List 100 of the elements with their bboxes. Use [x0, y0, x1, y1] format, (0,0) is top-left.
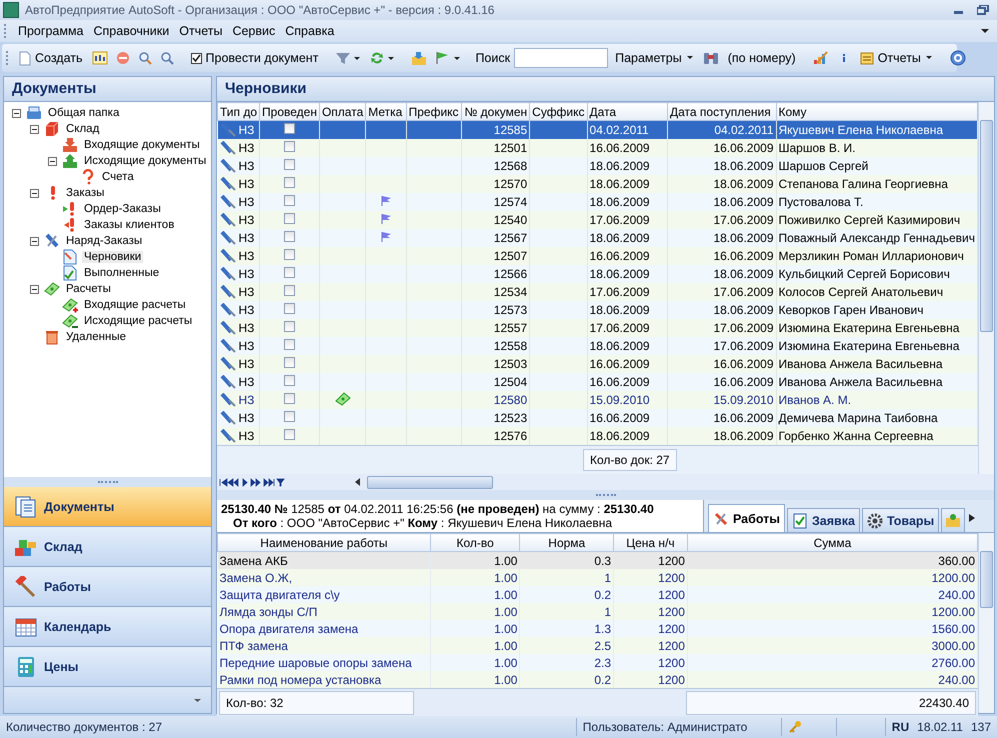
tree-item[interactable]: Входящие документы	[82, 139, 202, 151]
menu-item[interactable]: Отчеты	[174, 22, 228, 40]
table-row[interactable]: НЗ 12534 17.06.2009 17.06.2009 Колосов Сергей Анатольевич	[218, 283, 978, 301]
create-button[interactable]: Создать	[16, 48, 86, 68]
column-header[interactable]: Кому	[776, 102, 978, 120]
nav-button[interactable]: Работы	[4, 567, 211, 607]
table-cell: 18.06.2009	[713, 267, 774, 281]
tree-item[interactable]: Входящие расчеты	[82, 299, 188, 311]
table-row[interactable]: ПТФ замена 1.00 2.5 1200 3000.00	[218, 637, 978, 654]
table-cell: 1.00	[494, 672, 518, 686]
table-row[interactable]: Опора двигателя замена 1.00 1.3 1200 1560.00	[218, 620, 978, 637]
table-row[interactable]: НЗ 12501 16.06.2009 16.06.2009 Шаршов В. И.	[218, 139, 978, 157]
table-row[interactable]: НЗ 12566 18.06.2009 18.06.2009 Кульбицкий Сергей Борисович	[218, 265, 978, 283]
table-cell: НЗ	[238, 267, 254, 281]
tree-item[interactable]: Удаленные	[64, 331, 128, 343]
table-row[interactable]: НЗ 12576 18.06.2009 18.06.2009 Горбенко Жанна Сергеевна	[218, 427, 978, 445]
table-cell: 16.06.2009	[713, 375, 774, 389]
table-cell: 12540	[494, 213, 528, 227]
column-header[interactable]: Префикс	[406, 102, 462, 120]
table-row[interactable]: НЗ 12507 16.06.2009 16.06.2009 Мерзликин Роман Илларионович	[218, 247, 978, 265]
tree-item[interactable]: Выполненные	[82, 267, 162, 279]
table-row[interactable]: НЗ 12523 16.06.2009 16.06.2009 Демичева Марина Таибовна	[218, 409, 978, 427]
table-row[interactable]: НЗ 12570 18.06.2009 18.06.2009 Степанова Галина Георгиевна	[218, 175, 978, 193]
table-cell: 1.3	[594, 622, 612, 636]
menu-item[interactable]: Сервис	[227, 22, 280, 40]
table-row[interactable]: НЗ 12540 17.06.2009 17.06.2009 Поживилко Сергей Казимирович	[218, 211, 978, 229]
table-row[interactable]: НЗ 12557 17.06.2009 17.06.2009 Изюмина Екатерина Евгеньевна	[218, 319, 978, 337]
tree-item[interactable]: Заказы клиентов	[82, 219, 176, 231]
column-header[interactable]: Проведен	[260, 102, 320, 120]
column-header[interactable]: Тип до	[218, 102, 260, 120]
post-document-checkbox[interactable]: Провести документ	[188, 49, 322, 67]
table-cell: 12566	[494, 267, 528, 281]
status-date: 18.02.11	[917, 720, 963, 734]
table-cell: НЗ	[238, 285, 254, 299]
by-number-button[interactable]: (по номеру)	[724, 49, 799, 67]
column-header[interactable]: Наименование работы	[218, 534, 430, 552]
nav-button[interactable]: Календарь	[4, 607, 211, 647]
column-header[interactable]: Цена н/ч	[614, 534, 688, 552]
table-row[interactable]: Рамки под номера установка 1.00 0.2 1200 240.00	[218, 671, 978, 688]
table-cell: НЗ	[238, 249, 254, 263]
column-header[interactable]: № докумен	[462, 102, 530, 120]
table-row[interactable]: Защита двигателя с\у 1.00 0.2 1200 240.00	[218, 586, 978, 603]
table-cell: НЗ	[238, 339, 254, 353]
table-row[interactable]: Лямда зонды С/П 1.00 1 1200 1200.00	[218, 603, 978, 620]
table-row[interactable]: НЗ 12568 18.06.2009 18.06.2009 Шаршов Сергей	[218, 157, 978, 175]
column-header[interactable]: Суффикс	[530, 102, 588, 120]
tree-item[interactable]: Наряд-Заказы	[64, 235, 144, 247]
table-row[interactable]: НЗ 12567 18.06.2009 18.06.2009 Поважный Александр Геннадьевич	[218, 229, 978, 247]
tab[interactable]: Заявка	[786, 508, 860, 532]
column-header[interactable]: Сумма	[687, 534, 978, 552]
column-header[interactable]: Метка	[366, 102, 406, 120]
tree-item[interactable]: Исходящие документы	[82, 155, 208, 167]
tree-item[interactable]: Черновики	[82, 251, 144, 263]
reports-dropdown[interactable]: Отчеты	[856, 49, 936, 67]
table-row[interactable]: НЗ 12573 18.06.2009 18.06.2009 Кеворков Гарен Иванович	[218, 301, 978, 319]
table-row[interactable]: Передние шаровые опоры замена 1.00 2.3 1200 2760.00	[218, 654, 978, 671]
tab[interactable]: Работы	[708, 504, 785, 532]
table-cell: 1200	[658, 656, 685, 670]
table-cell: Иванова Анжела Васильевна	[778, 375, 943, 389]
nav-button[interactable]: Склад	[4, 527, 211, 567]
table-row[interactable]: Замена О.Ж, 1.00 1 1200 1200.00	[218, 569, 978, 586]
column-header[interactable]: Оплата	[319, 102, 366, 120]
table-cell: 1.00	[494, 604, 518, 618]
column-header[interactable]: Дата поступления	[668, 102, 776, 120]
table-cell: 15.09.2010	[713, 393, 774, 407]
table-cell: 12570	[494, 177, 528, 191]
status-time: 137	[970, 720, 991, 734]
menu-item[interactable]: Справочники	[88, 22, 174, 40]
table-cell: 12503	[494, 357, 528, 371]
table-row[interactable]: НЗ 12503 16.06.2009 16.06.2009 Иванова Анжела Васильевна	[218, 355, 978, 373]
tree-item[interactable]: Общая папка	[46, 107, 122, 119]
tree-item[interactable]: Счета	[100, 171, 136, 183]
column-header[interactable]: Кол-во	[430, 534, 520, 552]
table-cell: 1200	[658, 588, 685, 602]
table-cell: 1200.00	[932, 604, 975, 618]
column-header[interactable]: Дата	[587, 102, 668, 120]
table-cell: Замена О.Ж,	[220, 570, 292, 584]
nav-button[interactable]: Цены	[4, 647, 211, 687]
column-header[interactable]: Норма	[520, 534, 614, 552]
table-cell: 1.00	[494, 554, 518, 568]
tree-item[interactable]: Склад	[64, 123, 102, 135]
table-cell: 1.00	[494, 638, 518, 652]
table-row[interactable]: НЗ 12504 16.06.2009 16.06.2009 Иванова Анжела Васильевна	[218, 373, 978, 391]
tab[interactable]: Товары	[862, 508, 940, 532]
menu-item[interactable]: Программа	[13, 22, 88, 40]
tree-item[interactable]: Ордер-Заказы	[82, 203, 163, 215]
nav-button[interactable]: Документы	[4, 487, 211, 527]
table-row[interactable]: НЗ 12585 04.02.2011 04.02.2011 Якушевич Елена Николаевна	[218, 120, 978, 139]
table-row[interactable]: Замена АКБ 1.00 0.3 1200 360.00	[218, 552, 978, 569]
table-cell: Лямда зонды С/П	[220, 604, 318, 618]
tree-item[interactable]: Исходящие расчеты	[82, 315, 194, 327]
table-row[interactable]: НЗ 12558 18.06.2009 17.06.2009 Изюмина Екатерина Евгеньевна	[218, 337, 978, 355]
table-row[interactable]: НЗ 12580 15.09.2010 15.09.2010 Иванов А. М.	[218, 391, 978, 409]
parameters-dropdown[interactable]: Параметры	[612, 49, 697, 67]
table-cell: 3000.00	[932, 638, 975, 652]
works-total: 22430.40	[686, 691, 976, 715]
table-row[interactable]: НЗ 12574 18.06.2009 18.06.2009 Пустовалова Т.	[218, 193, 978, 211]
menu-item[interactable]: Справка	[280, 22, 340, 40]
tree-item[interactable]: Заказы	[64, 187, 106, 199]
tree-item[interactable]: Расчеты	[64, 283, 113, 295]
